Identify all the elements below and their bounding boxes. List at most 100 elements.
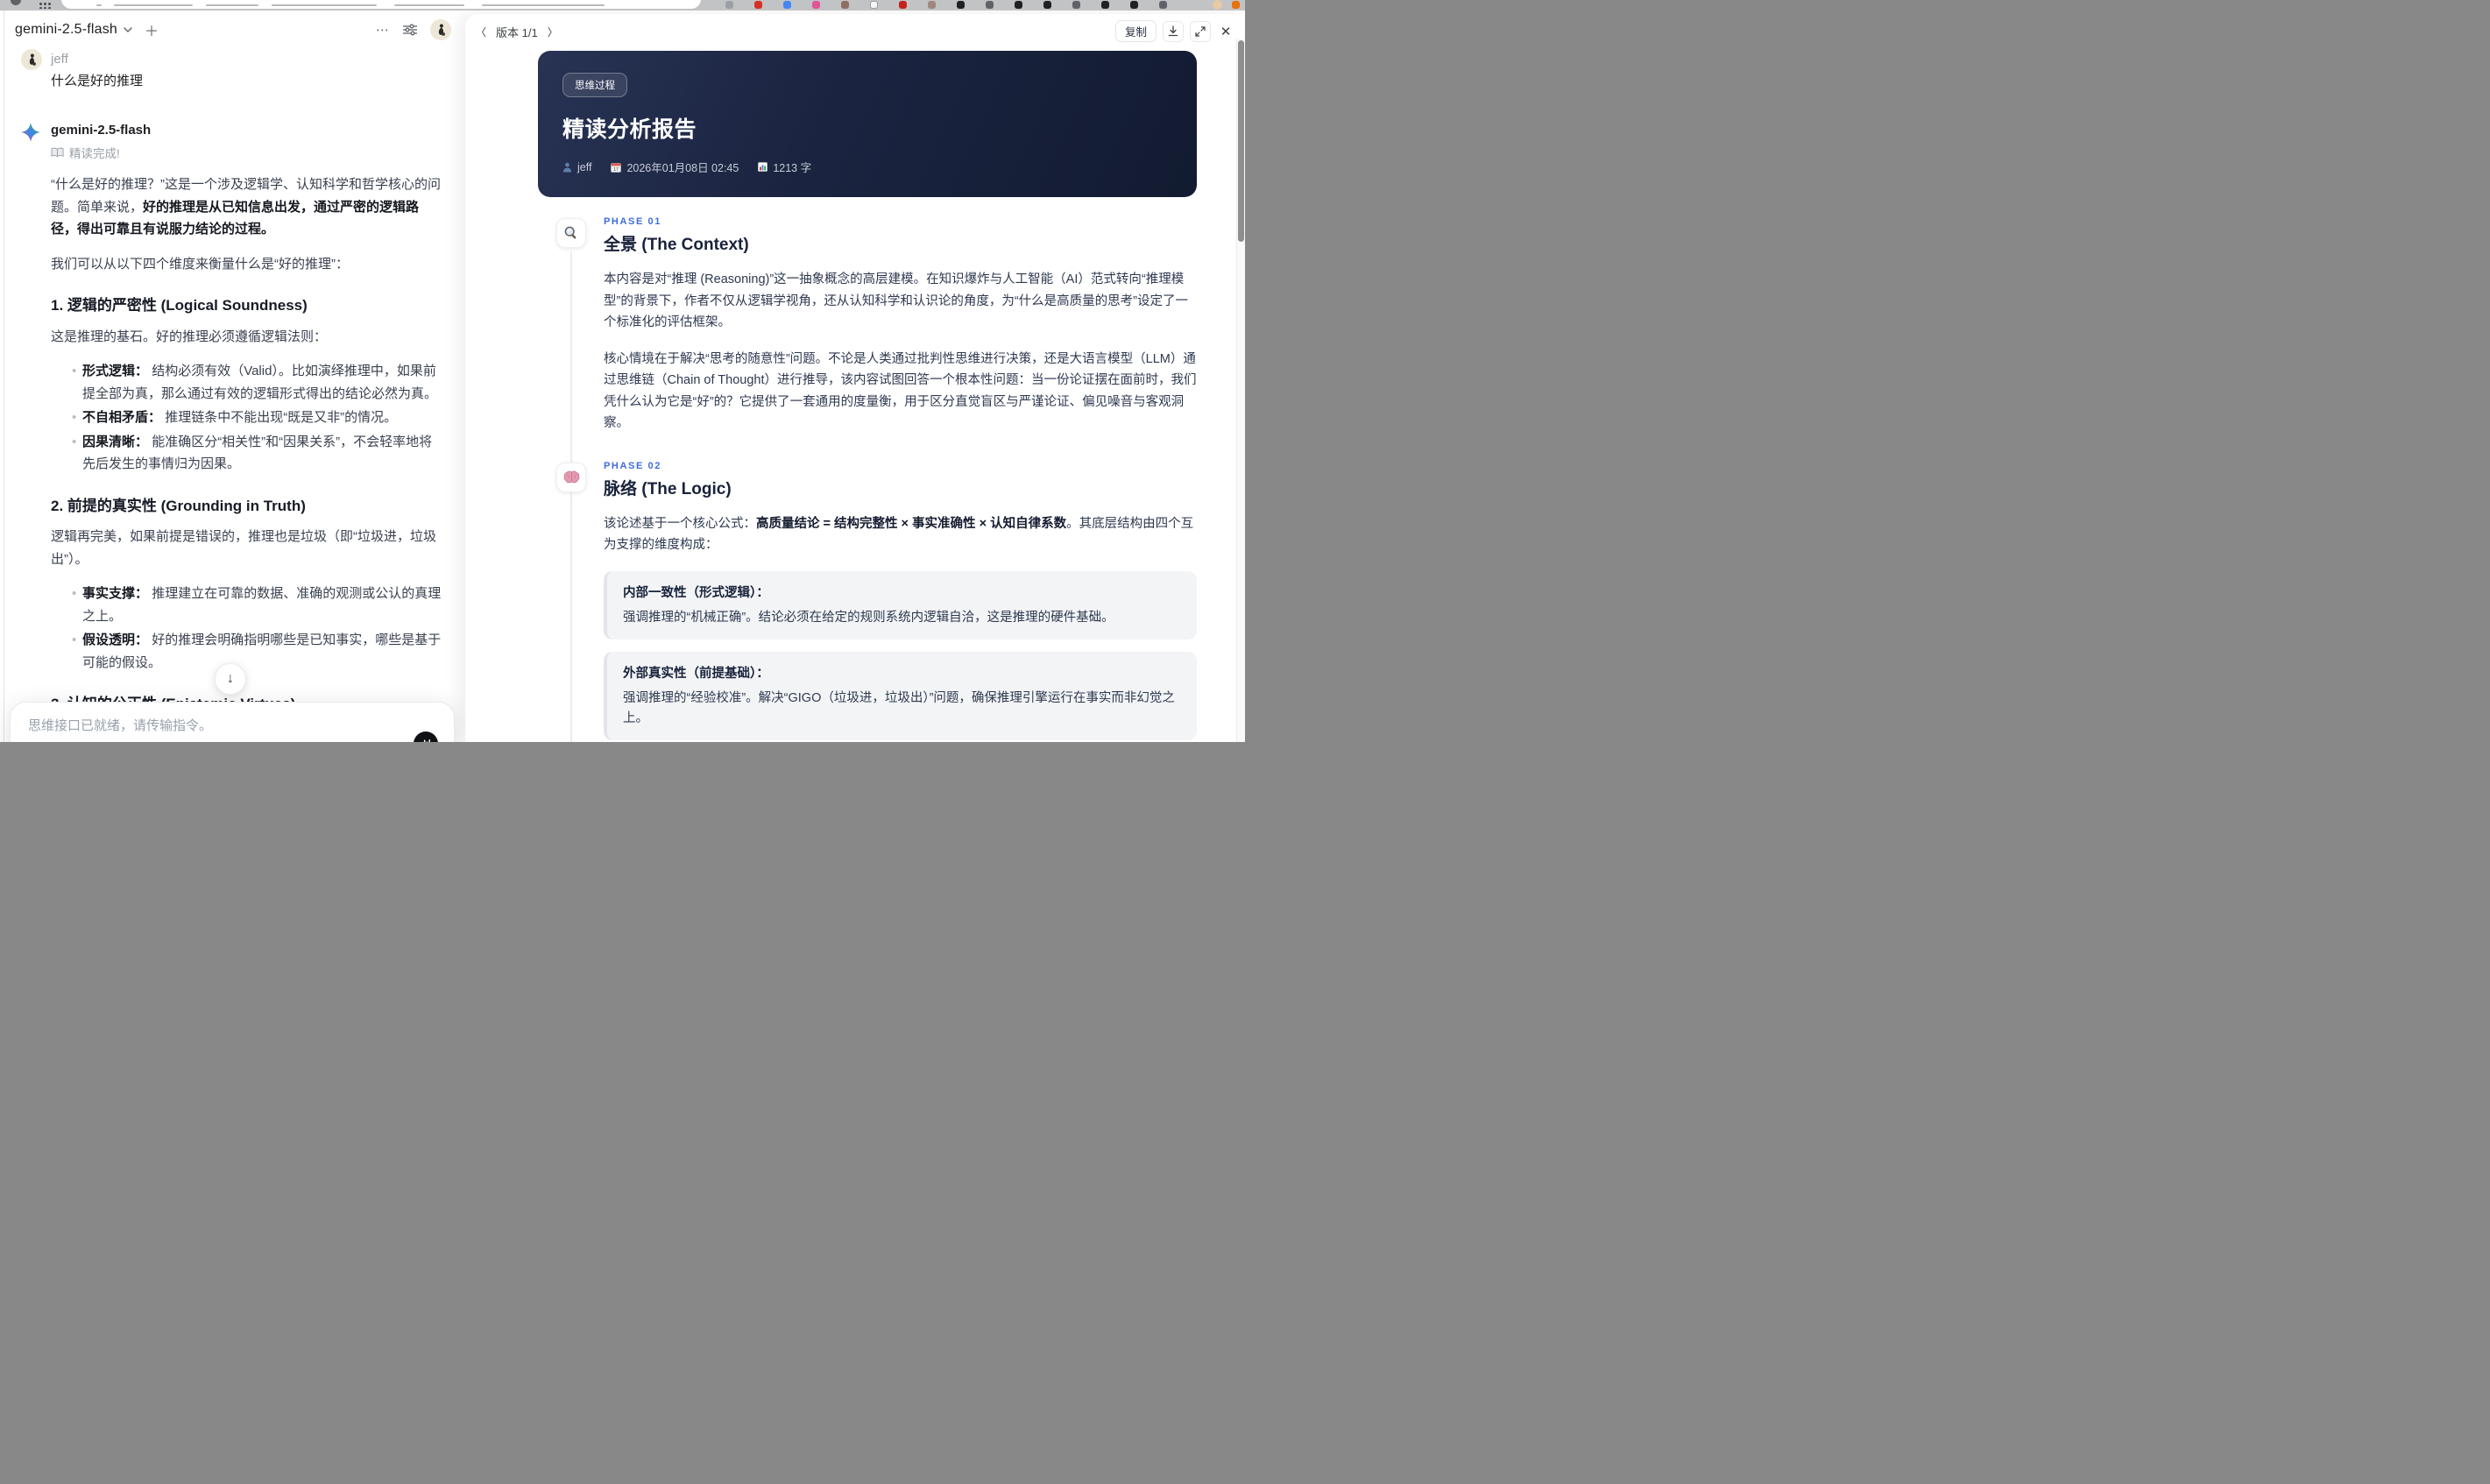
card-title: 内部一致性（形式逻辑）：	[623, 585, 769, 600]
card-title: 外部真实性（前提基础）：	[623, 666, 769, 681]
extension-icon[interactable]	[899, 1, 907, 9]
report-author: jeff	[562, 161, 591, 173]
download-icon[interactable]	[1163, 20, 1184, 42]
bullet-term: 事实支撑：	[82, 586, 149, 601]
scroll-to-bottom-button[interactable]: ↓	[215, 663, 246, 695]
app-window: gemini-2.5-flash ＋ ⋯ jeff 什么是好的推理 gemini…	[0, 0, 1245, 742]
answer-section: 1. 逻辑的严密性 (Logical Soundness) 这是推理的基石。好的…	[51, 294, 442, 476]
user-avatar	[21, 49, 42, 70]
magnifier-icon	[556, 218, 586, 248]
report-badge: 思维过程	[562, 73, 627, 97]
bullet-term: 不自相矛盾：	[82, 410, 162, 425]
close-icon[interactable]: ✕	[1217, 20, 1234, 42]
section-desc: 这是推理的基石。好的推理必须遵循逻辑法则：	[51, 329, 328, 344]
person-icon	[562, 162, 572, 172]
bullet-term: 形式逻辑：	[82, 364, 149, 378]
phase-paragraph: 本内容是对“推理 (Reasoning)”这一抽象概念的高层建模。在知识爆炸与人…	[604, 272, 1188, 329]
scrollbar-track[interactable]	[1236, 39, 1245, 742]
extension-icon[interactable]	[812, 1, 820, 9]
extension-icon[interactable]	[870, 1, 878, 9]
scrollbar-thumb[interactable]	[1237, 40, 1244, 242]
user-avatar[interactable]	[430, 19, 451, 40]
new-chat-button[interactable]: ＋	[145, 19, 159, 40]
report-panel: 〈 版本 1/1 〉 复制 ✕ 思维过程 精读分析报告 jeff 17 2026…	[465, 14, 1245, 742]
message-composer[interactable]: 思维接口已就绪，请传输指令。 ＋	[10, 702, 455, 742]
section-bullets: 事实支撑： 推理建立在可靠的数据、准确的观测或公认的真理之上。 假设透明： 好的…	[51, 583, 442, 674]
extension-icon[interactable]	[783, 1, 791, 9]
bullet-item: 事实支撑： 推理建立在可靠的数据、准确的观测或公认的真理之上。	[51, 583, 442, 627]
apps-grid-icon[interactable]	[39, 2, 51, 9]
phase-paragraphs: 该论述基于一个核心公式：高质量结论 = 结构完整性 × 事实准确性 × 认知自律…	[604, 513, 1197, 556]
chat-header: gemini-2.5-flash ＋ ⋯	[0, 11, 465, 44]
report-toolbar: 〈 版本 1/1 〉 复制 ✕	[465, 14, 1245, 46]
extension-icon[interactable]	[986, 1, 994, 9]
phase-paragraphs: 本内容是对“推理 (Reasoning)”这一抽象概念的高层建模。在知识爆炸与人…	[604, 269, 1197, 435]
section-bullets: 形式逻辑： 结构必须有效（Valid）。比如演绎推理中，如果前提全部为真，那么通…	[51, 360, 442, 476]
book-icon	[51, 147, 64, 158]
extension-icon[interactable]	[1130, 1, 1138, 9]
more-menu-button[interactable]: ⋯	[376, 22, 390, 38]
assistant-name: gemini-2.5-flash	[51, 123, 152, 138]
extension-icon[interactable]	[1232, 1, 1240, 9]
extension-icon[interactable]	[957, 1, 965, 9]
assistant-message: gemini-2.5-flash 精读完成! “什么是好的推理？”这是一个涉及逻…	[21, 121, 442, 742]
extension-icon[interactable]	[754, 1, 762, 9]
extension-icon[interactable]	[1043, 1, 1051, 9]
user-message-text: 什么是好的推理	[51, 74, 144, 88]
section-desc: 逻辑再完美，如果前提是错误的，推理也是垃圾（即“垃圾进，垃圾出”）。	[51, 529, 436, 567]
chat-panel: gemini-2.5-flash ＋ ⋯ jeff 什么是好的推理 gemini…	[0, 11, 465, 742]
dimension-card: 外部真实性（前提基础）： 强调推理的“经验校准”。解决“GIGO（垃圾进，垃圾出…	[604, 651, 1197, 740]
copy-button[interactable]: 复制	[1114, 20, 1157, 42]
chevron-down-icon[interactable]	[124, 26, 132, 33]
settings-sliders-icon[interactable]	[403, 24, 417, 36]
bullet-item: 因果清晰： 能准确区分“相关性”和“因果关系”，不会轻率地将先后发生的事情归为因…	[51, 431, 442, 476]
phase-label: PHASE 01	[604, 216, 661, 227]
chat-transcript[interactable]: jeff 什么是好的推理 gemini-2.5-flash 精读完成! “什么是…	[0, 44, 465, 742]
bullet-text: 推理链条中不能出现“既是又非”的情况。	[165, 410, 398, 425]
version-prev-button[interactable]: 〈	[476, 25, 486, 39]
address-bar[interactable]	[61, 0, 701, 9]
phase-paragraph: 该论述基于一个核心公式：高质量结论 = 结构完整性 × 事实准确性 × 认知自律…	[604, 516, 1194, 553]
section-heading: 2. 前提的真实性 (Grounding in Truth)	[51, 497, 306, 514]
report-phases: PHASE 01 全景 (The Context) 本内容是对“推理 (Reas…	[538, 216, 1197, 742]
extension-icon[interactable]	[1015, 1, 1022, 9]
extension-icon[interactable]	[1159, 1, 1167, 9]
report-hero-card: 思维过程 精读分析报告 jeff 17 2026年01月08日 02:45 12…	[538, 51, 1197, 197]
gemini-star-icon	[21, 121, 42, 742]
extension-icon[interactable]	[1101, 1, 1109, 9]
svg-text:17: 17	[613, 167, 619, 173]
section-heading: 1. 逻辑的严密性 (Logical Soundness)	[51, 297, 308, 314]
card-body: 强调推理的“机械正确”。结论必须在给定的规则系统内逻辑自洽，这是推理的硬件基础。	[623, 610, 1114, 625]
expand-icon[interactable]	[1190, 20, 1211, 42]
arrow-down-icon: ↓	[227, 671, 234, 686]
extension-icon[interactable]	[1072, 1, 1080, 9]
extension-icon[interactable]	[725, 1, 733, 9]
browser-toolbar	[0, 0, 1245, 11]
user-name: jeff	[51, 52, 68, 67]
answer-section: 2. 前提的真实性 (Grounding in Truth) 逻辑再完美，如果前…	[51, 495, 442, 675]
version-next-button[interactable]: 〉	[548, 25, 558, 39]
report-word-count: 1213 字	[758, 159, 811, 175]
lead-paragraph: 我们可以从以下四个维度来衡量什么是“好的推理”：	[51, 256, 349, 272]
phase-title: 脉络 (The Logic)	[604, 479, 732, 498]
model-selector[interactable]: gemini-2.5-flash	[15, 22, 117, 38]
assistant-markdown: “什么是好的推理？”这是一个涉及逻辑学、认知科学和哲学核心的问题。简单来说，好的…	[51, 173, 442, 742]
report-scroll-area[interactable]: 思维过程 精读分析报告 jeff 17 2026年01月08日 02:45 12…	[465, 46, 1236, 742]
extension-icon[interactable]	[841, 1, 849, 9]
dimension-card: 内部一致性（形式逻辑）： 强调推理的“机械正确”。结论必须在给定的规则系统内逻辑…	[604, 570, 1197, 640]
assistant-status: 精读完成!	[51, 144, 442, 161]
report-datetime: 17 2026年01月08日 02:45	[611, 159, 739, 175]
intro-paragraph: “什么是好的推理？”这是一个涉及逻辑学、认知科学和哲学核心的问题。简单来说，好的…	[51, 177, 441, 237]
browser-profile-icon[interactable]	[11, 0, 21, 5]
phase-title: 全景 (The Context)	[604, 236, 749, 254]
browser-avatar[interactable]	[1213, 0, 1222, 10]
report-phase: PHASE 02 脉络 (The Logic) 该论述基于一个核心公式：高质量结…	[538, 461, 1197, 743]
phase-label: PHASE 02	[604, 460, 661, 471]
extension-icon[interactable]	[928, 1, 936, 9]
bullet-item: 形式逻辑： 结构必须有效（Valid）。比如演绎推理中，如果前提全部为真，那么通…	[51, 360, 442, 405]
bullet-item: 假设透明： 好的推理会明确指明哪些是已知事实，哪些是基于可能的假设。	[51, 629, 442, 674]
report-title: 精读分析报告	[562, 117, 697, 142]
bullet-term: 因果清晰：	[82, 434, 149, 449]
composer-placeholder[interactable]: 思维接口已就绪，请传输指令。	[28, 716, 436, 734]
calendar-icon: 17	[611, 162, 622, 173]
